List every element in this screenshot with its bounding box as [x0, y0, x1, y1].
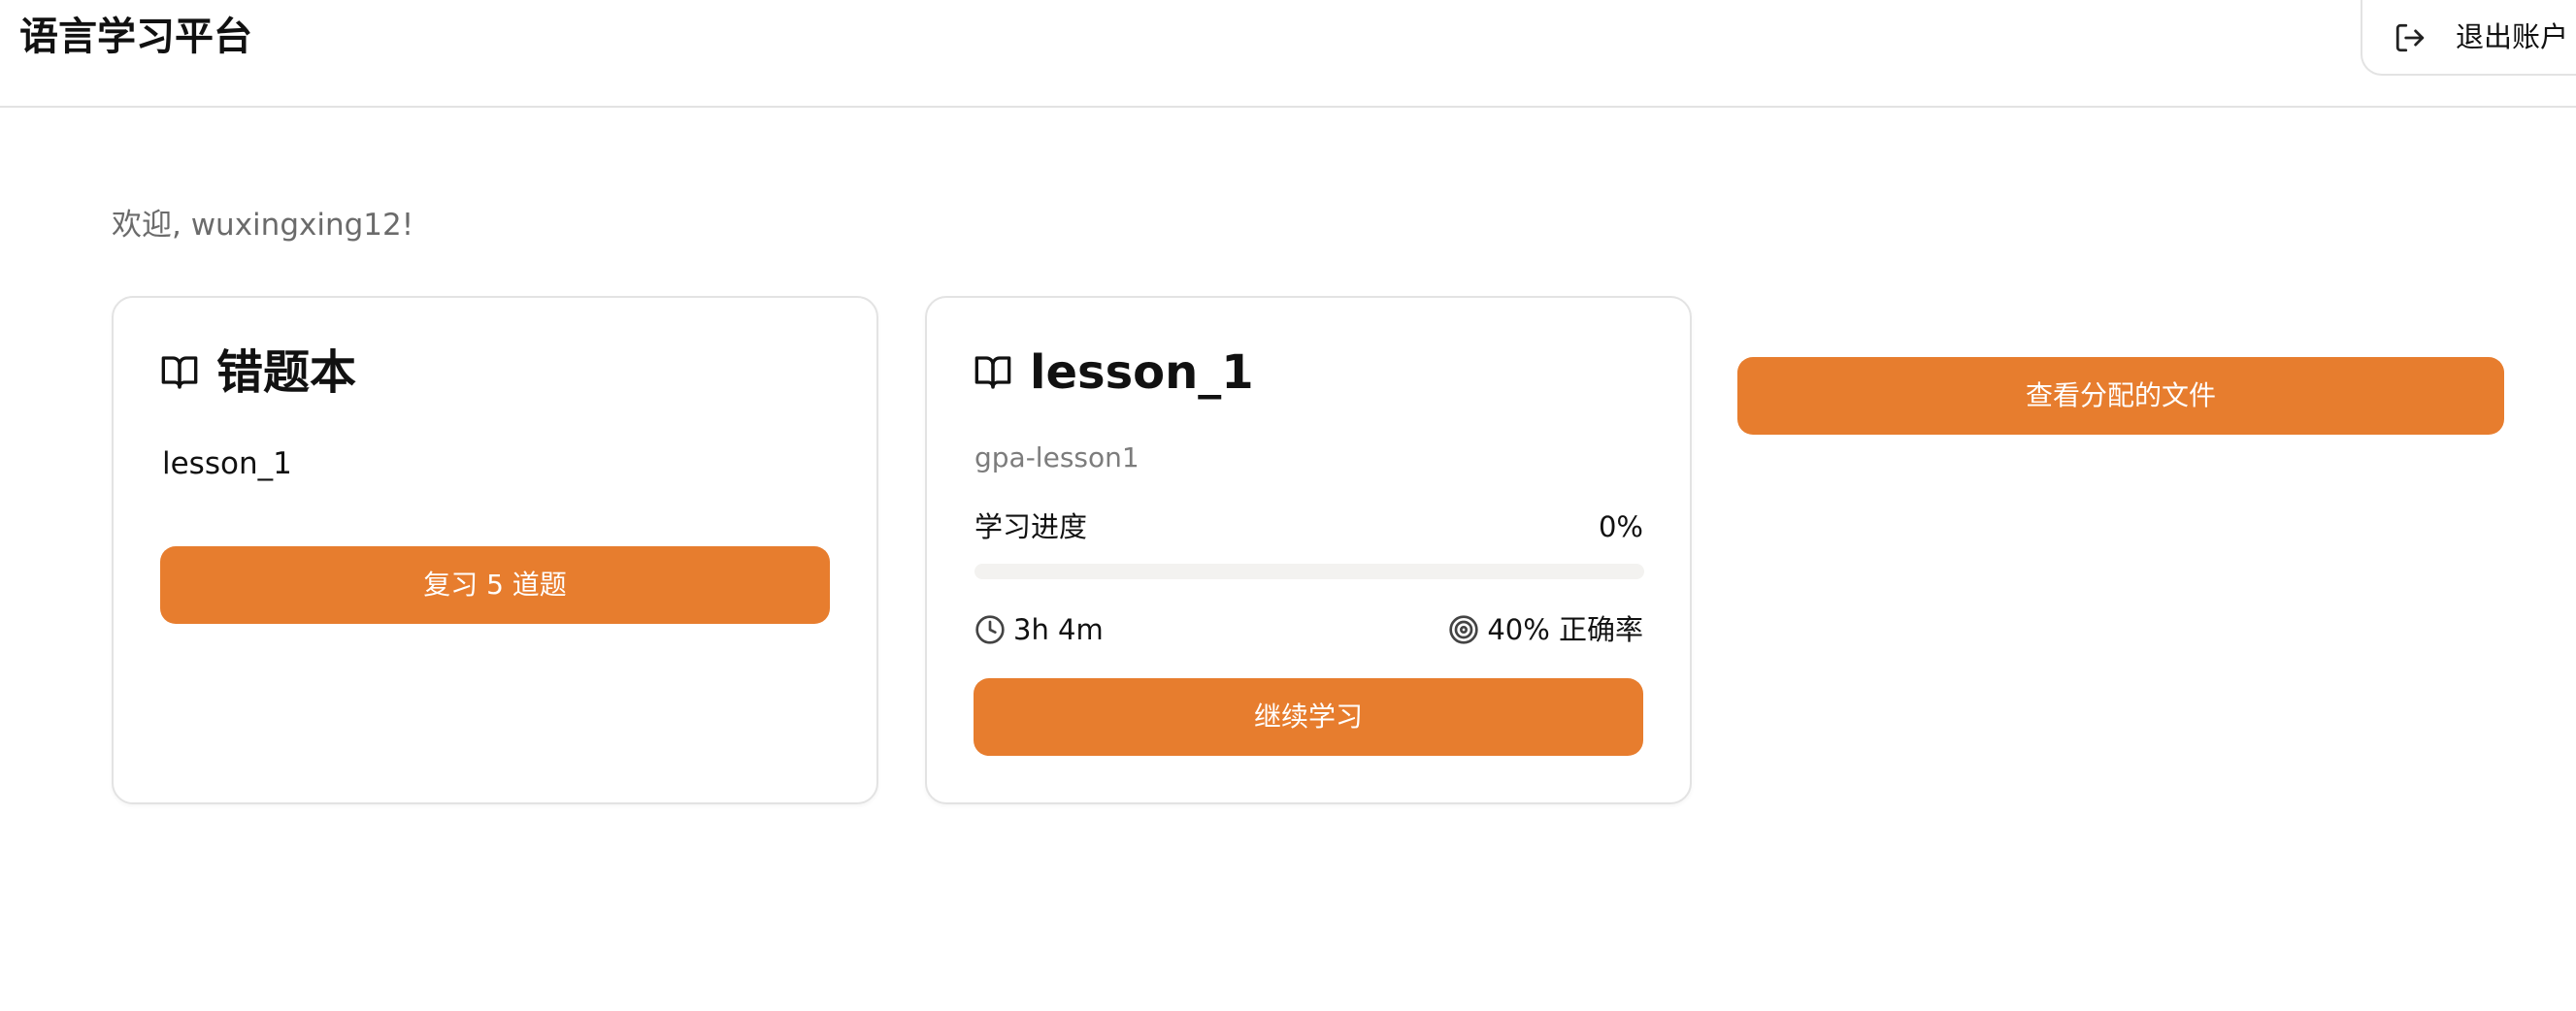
progress-bar: [974, 564, 1644, 579]
logout-button[interactable]: 退出账户: [2361, 0, 2576, 76]
mistake-notebook-card: 错题本 lesson_1 复习 5 道题: [112, 296, 878, 804]
target-icon: [1449, 615, 1478, 644]
lesson-card: lesson_1 gpa-lesson1 学习进度 0% 3h 4m 40% 正…: [925, 296, 1692, 804]
lesson-title: lesson_1: [1030, 345, 1254, 400]
book-open-icon: [974, 356, 1011, 389]
card-title: 错题本: [160, 339, 356, 407]
top-header: 语言学习平台 退出账户: [0, 0, 2576, 108]
notebook-lesson-item: lesson_1: [162, 446, 292, 481]
book-open-icon: [161, 356, 198, 389]
card-title: lesson_1: [974, 339, 1254, 407]
accuracy-value: 40% 正确率: [1487, 613, 1643, 646]
time-spent-value: 3h 4m: [1013, 613, 1104, 646]
logout-icon: [2395, 23, 2425, 52]
logout-label: 退出账户: [2456, 20, 2569, 53]
accuracy: 40% 正确率: [1448, 608, 1643, 651]
review-questions-button[interactable]: 复习 5 道题: [160, 546, 830, 624]
progress-label: 学习进度: [974, 510, 1088, 543]
time-spent: 3h 4m: [974, 608, 1104, 651]
lesson-subtitle: gpa-lesson1: [974, 441, 1139, 473]
welcome-message: 欢迎, wuxingxing12!: [112, 208, 414, 243]
view-assigned-files-button[interactable]: 查看分配的文件: [1737, 357, 2504, 435]
continue-learning-button[interactable]: 继续学习: [974, 678, 1643, 756]
mistake-notebook-title: 错题本: [216, 345, 357, 400]
clock-icon: [975, 615, 1005, 644]
app-title: 语言学习平台: [19, 15, 252, 59]
progress-value: 0%: [1598, 510, 1643, 543]
